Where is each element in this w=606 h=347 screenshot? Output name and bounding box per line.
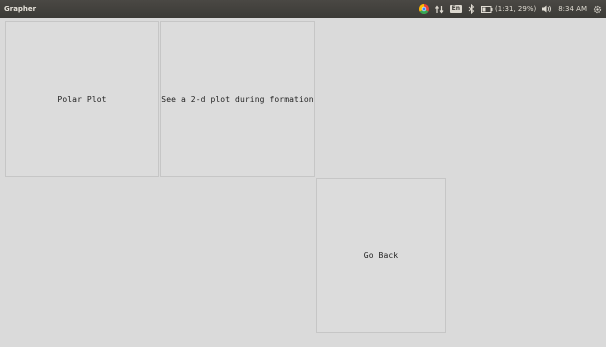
top-panel: Grapher En (1:31, 29%) 8:34 AM	[0, 0, 606, 18]
gear-icon[interactable]	[593, 0, 602, 18]
keyboard-layout-icon[interactable]: En	[449, 0, 463, 18]
app-window-content: Polar Plot See a 2-d plot during formati…	[5, 21, 602, 343]
network-transfer-icon[interactable]	[434, 0, 444, 18]
app-title: Grapher	[4, 5, 37, 13]
system-tray: En (1:31, 29%) 8:34 AM	[418, 0, 602, 18]
battery-status: (1:31, 29%)	[495, 5, 537, 13]
keyboard-layout-label: En	[449, 5, 463, 13]
chrome-icon[interactable]	[418, 0, 429, 18]
polar-plot-button[interactable]: Polar Plot	[5, 21, 159, 177]
bluetooth-icon[interactable]	[468, 0, 475, 18]
volume-icon[interactable]	[542, 0, 552, 18]
go-back-label: Go Back	[363, 251, 399, 260]
battery-icon[interactable]	[481, 0, 493, 18]
polar-plot-label: Polar Plot	[57, 94, 107, 104]
formation-plot-label: See a 2-d plot during formation	[161, 94, 314, 104]
go-back-button[interactable]: Go Back	[316, 178, 446, 333]
clock[interactable]: 8:34 AM	[558, 0, 587, 18]
formation-plot-button[interactable]: See a 2-d plot during formation	[160, 21, 315, 177]
